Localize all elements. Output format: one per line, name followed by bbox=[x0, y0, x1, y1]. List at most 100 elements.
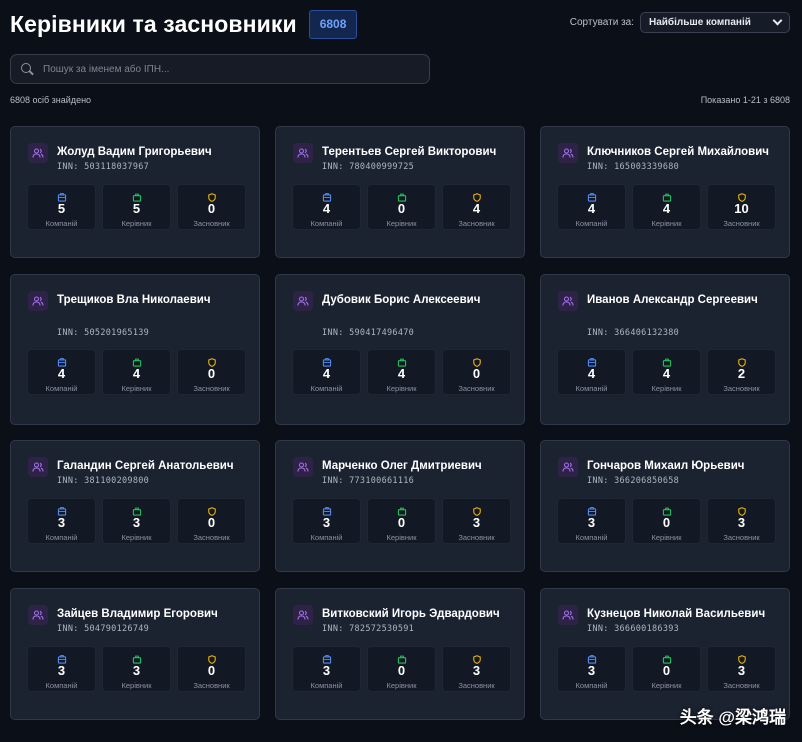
person-name[interactable]: Галандин Сергей Анатольевич bbox=[57, 458, 247, 475]
person-stats: 4 Компаній 4 Керівник 0 Засновник bbox=[292, 349, 511, 395]
stat-managers-label: Керівник bbox=[386, 384, 417, 393]
person-card[interactable]: Иванов Александр Сергеевич INN: 366406132… bbox=[540, 274, 790, 425]
stat-founders-label: Засновник bbox=[723, 384, 760, 393]
person-stats: 4 Компаній 4 Керівник 10 Засновник bbox=[557, 184, 776, 230]
stat-founders: 0 Засновник bbox=[442, 349, 511, 395]
search-input[interactable] bbox=[43, 63, 413, 75]
stat-companies: 5 Компаній bbox=[27, 184, 96, 230]
stat-founders-label: Засновник bbox=[723, 219, 760, 228]
stat-companies-value: 3 bbox=[322, 515, 331, 530]
stat-founders: 0 Засновник bbox=[177, 646, 246, 692]
inn-value: 773100661116 bbox=[349, 476, 415, 486]
stat-companies-value: 3 bbox=[587, 515, 596, 530]
page-title: Керівники та засновники bbox=[10, 10, 297, 37]
stat-founders: 3 Засновник bbox=[707, 498, 776, 544]
person-name[interactable]: Кузнецов Николай Васильевич bbox=[587, 606, 777, 623]
person-card[interactable]: Витковский Игорь Эдвардович INN: 78257253… bbox=[275, 588, 525, 720]
stat-companies-label: Компаній bbox=[310, 384, 343, 393]
briefcase-icon bbox=[132, 651, 141, 664]
person-stats: 4 Компаній 4 Керівник 0 Засновник bbox=[27, 349, 246, 395]
stat-companies-value: 3 bbox=[322, 663, 331, 678]
stat-companies-label: Компаній bbox=[575, 384, 608, 393]
person-name[interactable]: Марченко Олег Дмитриевич bbox=[322, 458, 512, 475]
person-inn: INN: 504790126749 bbox=[57, 624, 149, 634]
inn-value: 590417496470 bbox=[349, 328, 415, 338]
briefcase-icon bbox=[132, 354, 141, 367]
person-card[interactable]: Кузнецов Николай Васильевич INN: 36660018… bbox=[540, 588, 790, 720]
person-icon bbox=[558, 457, 578, 477]
stat-companies-label: Компаній bbox=[575, 219, 608, 228]
person-card[interactable]: Галандин Сергей Анатольевич INN: 38110020… bbox=[10, 440, 260, 572]
stat-founders-value: 2 bbox=[737, 366, 746, 381]
person-card[interactable]: Зайцев Владимир Егорович INN: 50479012674… bbox=[10, 588, 260, 720]
stat-companies-label: Компаній bbox=[310, 681, 343, 690]
results-meta: 6808 осіб знайдено Показано 1-21 з 6808 bbox=[10, 95, 790, 107]
inn-label: INN: bbox=[57, 624, 85, 634]
stat-companies-value: 3 bbox=[587, 663, 596, 678]
shield-icon bbox=[472, 189, 481, 202]
person-card[interactable]: Трещиков Вла Николаевич INN: 505201965139… bbox=[10, 274, 260, 425]
person-name[interactable]: Терентьев Сергей Викторович bbox=[322, 144, 512, 161]
stat-companies: 3 Компаній bbox=[27, 498, 96, 544]
stat-companies: 4 Компаній bbox=[557, 184, 626, 230]
person-name[interactable]: Ключников Сергей Михайлович bbox=[587, 144, 777, 161]
stat-managers-label: Керівник bbox=[651, 533, 682, 542]
person-stats: 3 Компаній 3 Керівник 0 Засновник bbox=[27, 498, 246, 544]
person-card[interactable]: Дубовик Борис Алексеевич INN: 59041749647… bbox=[275, 274, 525, 425]
person-name[interactable]: Зайцев Владимир Егорович bbox=[57, 606, 247, 623]
stat-companies: 3 Компаній bbox=[557, 646, 626, 692]
shield-icon bbox=[207, 651, 216, 664]
person-name[interactable]: Гончаров Михаил Юрьевич bbox=[587, 458, 777, 475]
person-card[interactable]: Терентьев Сергей Викторович INN: 78040099… bbox=[275, 126, 525, 258]
stat-founders-label: Засновник bbox=[458, 384, 495, 393]
person-icon bbox=[28, 457, 48, 477]
person-card[interactable]: Марченко Олег Дмитриевич INN: 77310066111… bbox=[275, 440, 525, 572]
briefcase-icon bbox=[662, 189, 671, 202]
stat-companies-value: 4 bbox=[587, 366, 596, 381]
stat-founders-value: 0 bbox=[207, 201, 216, 216]
stat-companies: 4 Компаній bbox=[557, 349, 626, 395]
stat-companies-value: 4 bbox=[587, 201, 596, 216]
stat-managers-label: Керівник bbox=[121, 681, 152, 690]
stat-managers-value: 0 bbox=[397, 515, 406, 530]
person-card[interactable]: Гончаров Михаил Юрьевич INN: 366206850658… bbox=[540, 440, 790, 572]
building-icon bbox=[587, 189, 596, 202]
inn-value: 366206850658 bbox=[614, 476, 680, 486]
person-name[interactable]: Трещиков Вла Николаевич bbox=[57, 292, 247, 309]
watermark: 头条 @梁鸿瑞 bbox=[679, 708, 786, 727]
stat-managers-value: 0 bbox=[662, 663, 671, 678]
stat-founders-value: 3 bbox=[472, 515, 481, 530]
person-inn: INN: 366206850658 bbox=[587, 476, 679, 486]
stat-companies-label: Компаній bbox=[310, 219, 343, 228]
stat-founders-label: Засновник bbox=[193, 533, 230, 542]
stat-companies-label: Компаній bbox=[45, 219, 78, 228]
person-name[interactable]: Витковский Игорь Эдвардович bbox=[322, 606, 512, 623]
shield-icon bbox=[737, 189, 746, 202]
stat-managers: 0 Керівник bbox=[367, 498, 436, 544]
person-stats: 3 Компаній 0 Керівник 3 Засновник bbox=[557, 646, 776, 692]
person-card[interactable]: Ключников Сергей Михайлович INN: 16500333… bbox=[540, 126, 790, 258]
inn-label: INN: bbox=[587, 328, 615, 338]
stat-founders-value: 0 bbox=[207, 663, 216, 678]
person-name[interactable]: Дубовик Борис Алексеевич bbox=[322, 292, 512, 309]
stat-founders-value: 0 bbox=[472, 366, 481, 381]
stat-companies-value: 4 bbox=[322, 366, 331, 381]
search-box[interactable] bbox=[10, 54, 430, 84]
stat-companies-label: Компаній bbox=[45, 681, 78, 690]
person-inn: INN: 590417496470 bbox=[322, 328, 414, 338]
person-name[interactable]: Иванов Александр Сергеевич bbox=[587, 292, 777, 309]
shield-icon bbox=[472, 503, 481, 516]
sort-select[interactable]: Найбільше компаній bbox=[640, 12, 790, 33]
stat-companies-label: Компаній bbox=[575, 681, 608, 690]
stat-founders-label: Засновник bbox=[723, 681, 760, 690]
stat-founders-value: 3 bbox=[472, 663, 481, 678]
shield-icon bbox=[737, 354, 746, 367]
person-icon bbox=[28, 605, 48, 625]
stat-companies: 3 Компаній bbox=[292, 646, 361, 692]
stat-managers-label: Керівник bbox=[386, 533, 417, 542]
person-name[interactable]: Жолуд Вадим Григорьевич bbox=[57, 144, 247, 161]
stat-companies: 3 Компаній bbox=[557, 498, 626, 544]
person-card[interactable]: Жолуд Вадим Григорьевич INN: 503118037967… bbox=[10, 126, 260, 258]
inn-label: INN: bbox=[322, 476, 350, 486]
person-stats: 4 Компаній 4 Керівник 2 Засновник bbox=[557, 349, 776, 395]
